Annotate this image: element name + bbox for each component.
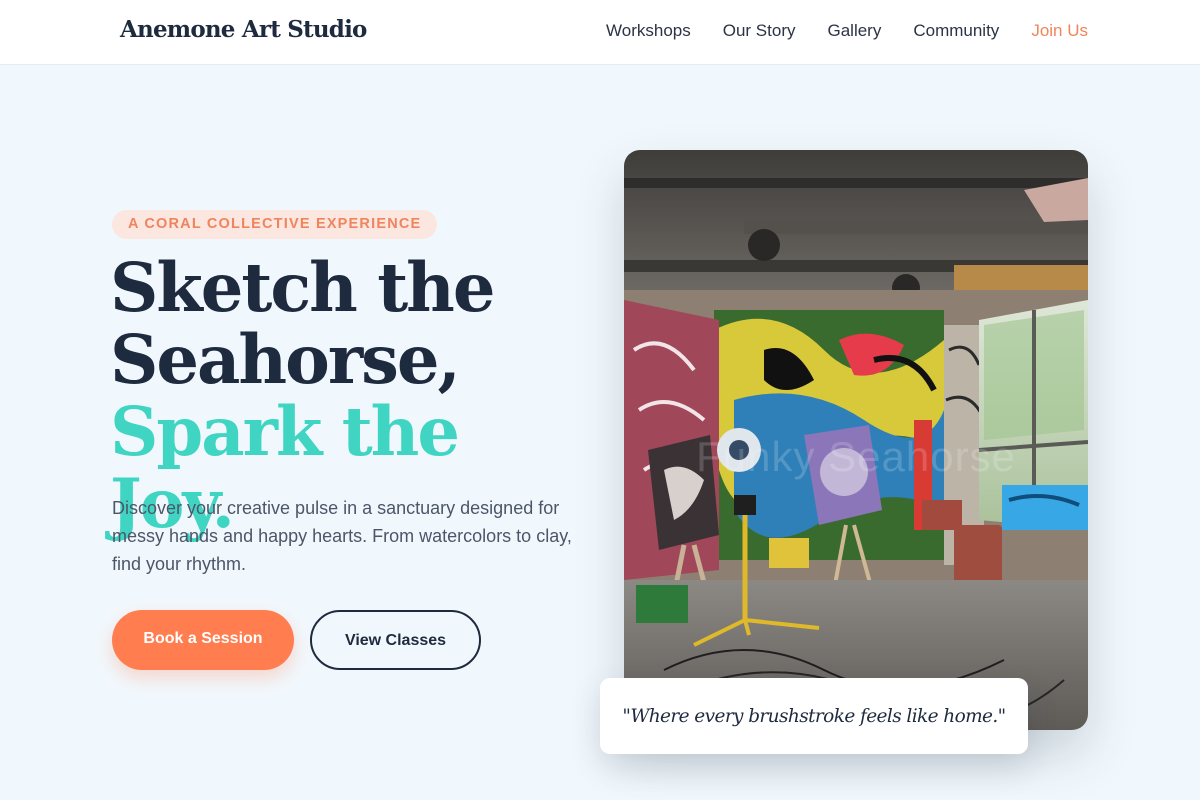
headline-line-1: Sketch the bbox=[110, 248, 496, 327]
testimonial-quote: "Where every brushstroke feels like home… bbox=[622, 705, 1006, 727]
nav-link-our-story[interactable]: Our Story bbox=[723, 21, 796, 41]
studio-photo: Funky Seahorse bbox=[624, 150, 1088, 730]
nav-link-gallery[interactable]: Gallery bbox=[827, 21, 881, 41]
eyebrow-badge: A Coral Collective Experience bbox=[112, 210, 438, 239]
book-session-button[interactable]: Book a Session bbox=[112, 610, 294, 670]
view-classes-button[interactable]: View Classes bbox=[310, 610, 481, 670]
main-nav: Workshops Our Story Gallery Community Jo… bbox=[606, 21, 1088, 41]
testimonial-card: "Where every brushstroke feels like home… bbox=[600, 678, 1028, 754]
brand-logo[interactable]: Anemone Art Studio bbox=[120, 16, 367, 43]
headline-line-2: Seahorse, bbox=[110, 320, 461, 399]
photo-watermark: Funky Seahorse bbox=[696, 433, 1016, 480]
nav-link-workshops[interactable]: Workshops bbox=[606, 21, 691, 41]
nav-link-join-us[interactable]: Join Us bbox=[1031, 21, 1088, 41]
nav-link-community[interactable]: Community bbox=[913, 21, 999, 41]
site-header: Anemone Art Studio Workshops Our Story G… bbox=[0, 0, 1200, 65]
hero-description: Discover your creative pulse in a sanctu… bbox=[112, 498, 572, 574]
